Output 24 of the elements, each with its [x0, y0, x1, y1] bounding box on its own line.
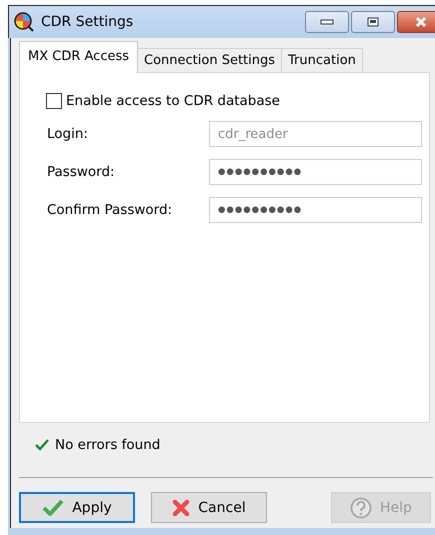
help-icon	[350, 496, 372, 518]
input-field[interactable]: ●●●●●●●●●●	[209, 159, 422, 185]
check-icon	[42, 498, 64, 516]
field-label: Confirm Password:	[47, 202, 172, 218]
input-field[interactable]: ●●●●●●●●●●	[209, 197, 422, 223]
maximize-icon	[367, 17, 379, 27]
tab[interactable]: Truncation	[281, 48, 363, 73]
field-label: Login:	[47, 126, 88, 142]
close-icon	[415, 16, 427, 28]
close-button[interactable]	[397, 11, 435, 33]
apply-button[interactable]: Apply	[19, 492, 135, 523]
maximize-button[interactable]	[351, 11, 395, 33]
field-label: Password:	[47, 164, 115, 180]
app-logo-icon	[13, 11, 35, 33]
check-icon	[35, 439, 49, 451]
minimize-button[interactable]	[305, 11, 349, 33]
cancel-button[interactable]: Cancel	[151, 492, 267, 523]
cross-icon	[172, 498, 190, 516]
tab[interactable]: MX CDR Access	[19, 41, 138, 73]
checkbox[interactable]	[46, 93, 62, 109]
window-title: CDR Settings	[41, 14, 134, 30]
status-text: No errors found	[55, 437, 160, 453]
checkbox-label: Enable access to CDR database	[66, 93, 280, 109]
minimize-icon	[320, 19, 334, 25]
